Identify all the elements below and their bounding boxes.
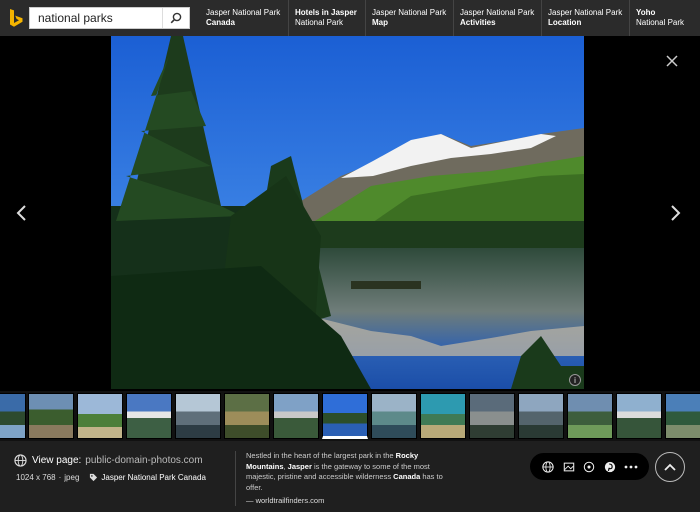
related-line2: National Park (636, 18, 685, 27)
search-icon (170, 12, 182, 24)
related-line2: Map (372, 18, 388, 27)
chevron-right-icon[interactable] (665, 203, 685, 223)
image-format: jpeg (64, 473, 80, 482)
desc-bold-canada: Canada (393, 472, 421, 481)
view-page-label: View page: (32, 455, 82, 466)
thumbnail-selected[interactable] (322, 393, 368, 439)
main-image[interactable] (111, 36, 584, 389)
thumbnail[interactable] (616, 393, 662, 439)
related-search-jasper-activities[interactable]: Jasper National Park Activities (453, 0, 540, 36)
thumbnail[interactable] (518, 393, 564, 439)
image-tag-label: Jasper National Park Canada (101, 473, 206, 482)
related-line1: Yoho (636, 8, 656, 17)
bing-logo-icon[interactable] (7, 8, 25, 28)
image-meta: 1024 x 768 · jpeg Jasper National Park C… (16, 473, 206, 482)
thumbnail[interactable] (0, 393, 26, 439)
thumbnail[interactable] (567, 393, 613, 439)
related-search-jasper-map[interactable]: Jasper National Park Map (365, 0, 452, 36)
landscape-photo (111, 36, 584, 389)
related-search-yoho[interactable]: Yoho National Park (629, 0, 690, 36)
related-search-jasper-location[interactable]: Jasper National Park Location (541, 0, 628, 36)
thumbnail[interactable] (371, 393, 417, 439)
more-icon[interactable] (624, 460, 638, 474)
search-input[interactable] (30, 8, 162, 28)
image-icon[interactable] (562, 460, 576, 474)
related-line2: Canada (206, 18, 235, 27)
meta-separator: · (58, 473, 62, 482)
desc-text: Nestled in the heart of the largest park… (246, 451, 396, 460)
close-icon[interactable] (664, 53, 680, 69)
chevron-up-icon (664, 463, 676, 471)
top-bar: Jasper National Park Canada Hotels in Ja… (0, 0, 700, 36)
related-search-jasper-canada[interactable]: Jasper National Park Canada (200, 0, 286, 36)
related-line1: Jasper National Park (372, 8, 447, 17)
thumbnail[interactable] (126, 393, 172, 439)
related-line2: National Park (295, 18, 344, 27)
related-line2: Location (548, 18, 582, 27)
related-line2: Activities (460, 18, 496, 27)
view-page-domain: public-domain-photos.com (85, 455, 203, 466)
scroll-up-button[interactable] (655, 452, 685, 482)
divider (235, 451, 236, 506)
related-line1: Hotels in Jasper (295, 8, 357, 17)
search-box (29, 7, 190, 29)
image-description: Nestled in the heart of the largest park… (246, 451, 456, 493)
thumbnail[interactable] (420, 393, 466, 439)
related-line1: Jasper National Park (548, 8, 623, 17)
image-actions-bar (530, 453, 649, 480)
pinterest-icon[interactable] (603, 460, 617, 474)
description-source: — worldtrailfinders.com (246, 496, 325, 505)
thumbnail[interactable] (28, 393, 74, 439)
image-details-panel: View page: public-domain-photos.com 1024… (0, 441, 700, 512)
thumbnail[interactable] (469, 393, 515, 439)
globe-icon[interactable] (541, 460, 555, 474)
thumbnail[interactable] (665, 393, 700, 439)
related-line1: Jasper National Park (460, 8, 535, 17)
thumbnail[interactable] (77, 393, 123, 439)
thumbnail[interactable] (224, 393, 270, 439)
globe-icon (14, 454, 27, 467)
desc-bold-jasper: Jasper (287, 461, 312, 471)
search-button[interactable] (162, 8, 189, 28)
image-tag[interactable]: Jasper National Park Canada (89, 473, 206, 482)
related-search-hotels-jasper[interactable]: Hotels in Jasper National Park (288, 0, 363, 36)
thumbnail-strip (0, 391, 700, 441)
related-line1: Jasper National Park (206, 8, 281, 17)
chevron-left-icon[interactable] (12, 203, 32, 223)
image-dimensions: 1024 x 768 (16, 473, 56, 482)
visual-search-icon[interactable] (582, 460, 596, 474)
image-info-button[interactable]: i (569, 374, 581, 386)
image-viewer: i (0, 36, 700, 391)
tag-icon (90, 473, 98, 482)
thumbnail[interactable] (273, 393, 319, 439)
thumbnail[interactable] (175, 393, 221, 439)
view-page-link[interactable]: View page: public-domain-photos.com (14, 454, 203, 467)
